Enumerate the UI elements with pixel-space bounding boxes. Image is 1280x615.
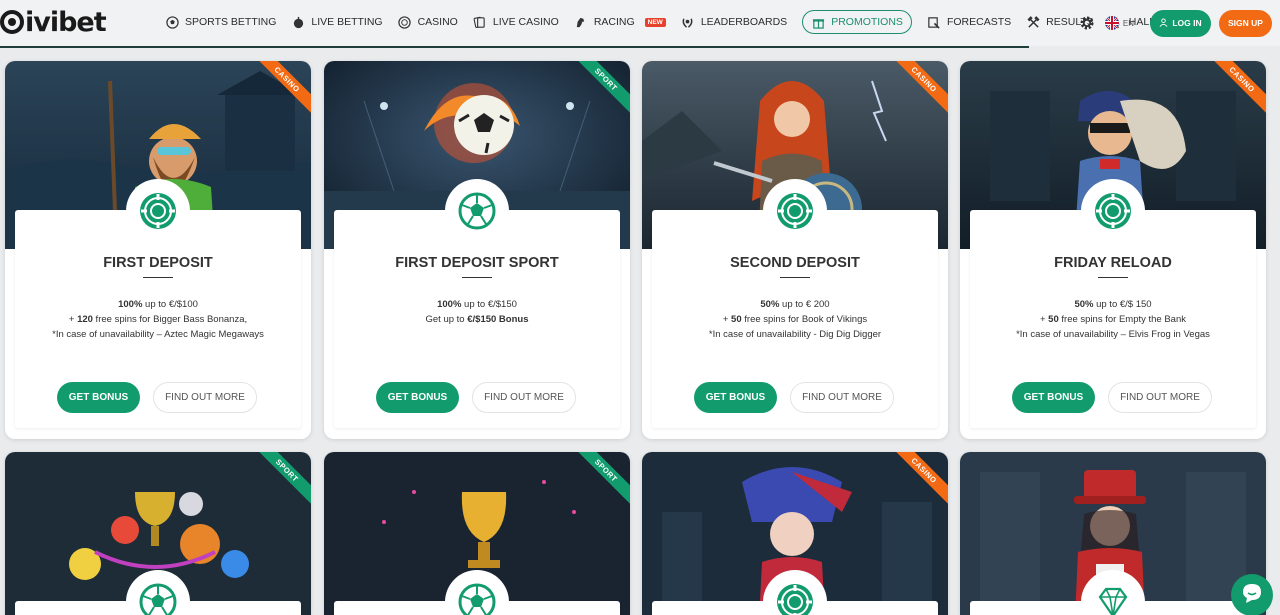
title-underline — [462, 277, 492, 278]
diamond-icon — [1094, 583, 1132, 615]
promo-badge — [1081, 179, 1145, 243]
find-out-more-button[interactable]: FIND OUT MORE — [790, 382, 894, 413]
soccer-ball-icon — [458, 192, 496, 230]
promo-card-casino-jester: CASINO — [642, 452, 948, 615]
promo-badge — [763, 179, 827, 243]
nav-sports-betting[interactable]: SPORTS BETTING — [165, 10, 276, 34]
desc-line-1: 100% up to €/$100 — [118, 299, 198, 310]
chat-icon — [1241, 582, 1263, 609]
promo-description: 100% up to €/$100 + 120 free spins for B… — [15, 297, 301, 342]
promo-badge — [445, 179, 509, 243]
promo-title: FIRST DEPOSIT — [103, 255, 213, 271]
title-underline — [1098, 277, 1128, 278]
desc-line-1: 50% up to € 200 — [760, 299, 830, 310]
promo-card-first-deposit: CASINO FIRST DEPOSIT 100% up to €/$100 +… — [5, 61, 311, 439]
promo-card-second-deposit: CASINO SECOND DEPOSIT 50% up to € 200 + … — [642, 61, 948, 439]
promo-badge — [126, 179, 190, 243]
cards-icon — [473, 15, 487, 29]
promo-card-first-deposit-sport: SPORT FIRST DEPOSIT SPORT 100% up to €/$… — [324, 61, 630, 439]
promo-description: 100% up to €/$150 Get up to €/$150 Bonus — [334, 297, 620, 327]
new-badge: NEW — [644, 17, 666, 27]
nav-label: LIVE CASINO — [492, 16, 559, 28]
promo-card-friday-reload: CASINO FRIDAY RELOAD 50% up to €/$ 150 +… — [960, 61, 1266, 439]
soccer-ball-icon — [458, 583, 496, 615]
casino-chip-icon — [776, 192, 814, 230]
signup-button[interactable]: SIGN UP — [1219, 9, 1272, 37]
find-out-more-button[interactable]: FIND OUT MORE — [153, 382, 257, 413]
nav-label: PROMOTIONS — [831, 16, 903, 28]
nav-live-betting[interactable]: LIVE BETTING — [291, 10, 383, 34]
hammers-icon — [1026, 15, 1040, 29]
get-bonus-button[interactable]: GET BONUS — [1012, 382, 1095, 413]
main-nav: SPORTS BETTING LIVE BETTING CASINO LIVE … — [165, 10, 1219, 34]
promo-title: SECOND DEPOSIT — [730, 255, 860, 271]
promo-description: 50% up to €/$ 150 + 50 free spins for Em… — [970, 297, 1256, 342]
signup-label: SIGN UP — [1228, 18, 1263, 28]
language-code[interactable]: EN — [1123, 19, 1134, 28]
get-bonus-button[interactable]: GET BONUS — [376, 382, 459, 413]
forecast-icon — [927, 15, 941, 29]
soccer-ball-icon — [139, 583, 177, 615]
gift-icon — [811, 15, 825, 29]
horse-icon — [574, 15, 588, 29]
get-bonus-button[interactable]: GET BONUS — [57, 382, 140, 413]
gear-icon[interactable] — [1079, 15, 1095, 31]
casino-chip-icon — [776, 583, 814, 615]
desc-line-2: Get up to €/$150 Bonus — [425, 314, 529, 325]
nav-forecasts[interactable]: FORECASTS — [927, 10, 1011, 34]
nav-label: LEADERBOARDS — [700, 16, 788, 28]
casino-chip-icon — [139, 192, 177, 230]
top-header: ivibet SPORTS BETTING LIVE BETTING CASIN… — [0, 0, 1280, 46]
soccer-ball-icon — [165, 15, 179, 29]
live-icon — [291, 15, 305, 29]
promo-description: 50% up to € 200 + 50 free spins for Book… — [652, 297, 938, 342]
laurel-icon — [681, 15, 695, 29]
nav-leaderboards[interactable]: LEADERBOARDS — [681, 10, 787, 34]
header-actions: EN LOG IN SIGN UP — [1079, 9, 1280, 37]
login-button[interactable]: LOG IN — [1150, 9, 1211, 37]
desc-line-2: + 50 free spins for Empty the Bank — [1039, 314, 1187, 325]
desc-line-3: *In case of unavailability - Dig Dig Dig… — [708, 329, 882, 340]
nav-label: SPORTS BETTING — [185, 16, 277, 28]
login-label: LOG IN — [1172, 18, 1202, 28]
nav-live-casino[interactable]: LIVE CASINO — [473, 10, 559, 34]
desc-line-3: *In case of unavailability – Aztec Magic… — [52, 329, 264, 340]
nav-casino[interactable]: CASINO — [398, 10, 458, 34]
casino-chip-icon — [398, 15, 412, 29]
header-divider — [0, 46, 1029, 48]
title-underline — [780, 277, 810, 278]
get-bonus-button[interactable]: GET BONUS — [694, 382, 777, 413]
find-out-more-button[interactable]: FIND OUT MORE — [472, 382, 576, 413]
promo-title: FIRST DEPOSIT SPORT — [395, 255, 559, 271]
site-logo[interactable]: ivibet — [0, 5, 107, 39]
user-icon — [1159, 17, 1168, 29]
nav-label: RACING — [593, 16, 635, 28]
desc-line-1: 100% up to €/$150 — [437, 299, 517, 310]
promo-card-sport-trophies: SPORT — [5, 452, 311, 615]
nav-label: FORECASTS — [946, 16, 1012, 28]
desc-line-2: + 120 free spins for Bigger Bass Bonanza… — [68, 314, 248, 325]
desc-line-3: *In case of unavailability – Elvis Frog … — [1016, 329, 1210, 340]
promo-card-sport-cup: SPORT — [324, 452, 630, 615]
nav-racing[interactable]: RACING NEW — [574, 10, 666, 34]
desc-line-1: 50% up to €/$ 150 — [1074, 299, 1152, 310]
nav-label: CASINO — [417, 16, 458, 28]
promo-title: FRIDAY RELOAD — [1054, 255, 1172, 271]
desc-line-2: + 50 free spins for Book of Vikings — [722, 314, 868, 325]
promo-card-vip — [960, 452, 1266, 615]
live-chat-button[interactable] — [1231, 574, 1273, 615]
logo-text: ivibet — [25, 6, 107, 38]
uk-flag-icon[interactable] — [1104, 16, 1119, 30]
nav-promotions[interactable]: PROMOTIONS — [802, 10, 912, 34]
logo-mark — [0, 10, 24, 34]
title-underline — [143, 277, 173, 278]
casino-chip-icon — [1094, 192, 1132, 230]
nav-label: LIVE BETTING — [311, 16, 383, 28]
find-out-more-button[interactable]: FIND OUT MORE — [1108, 382, 1212, 413]
